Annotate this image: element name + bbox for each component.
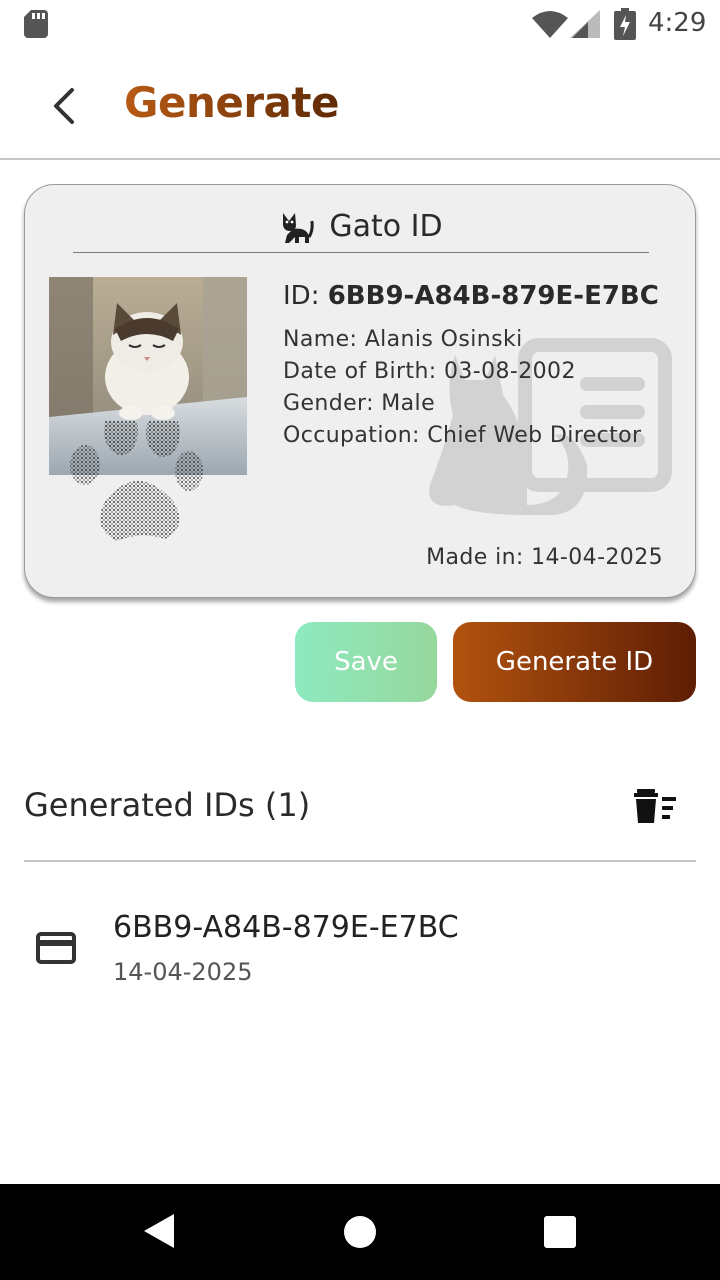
- signal-icon: [570, 10, 600, 38]
- card-id-label: ID:: [283, 281, 320, 311]
- generated-id-item[interactable]: 6BB9-A84B-879E-E7BC 14-04-2025: [0, 890, 720, 1000]
- card-name: Name: Alanis Osinski: [283, 327, 523, 352]
- card-made-in: Made in: 14-04-2025: [426, 545, 663, 570]
- card-dob: Date of Birth: 03-08-2002: [283, 359, 576, 384]
- system-nav-bar: [0, 1184, 720, 1280]
- nav-recents-icon[interactable]: [544, 1216, 576, 1248]
- generated-ids-title: Generated IDs (1): [24, 786, 311, 824]
- generated-id-value: 6BB9-A84B-879E-E7BC: [113, 910, 459, 945]
- page-title: Generate: [124, 78, 339, 127]
- delete-sweep-icon: [634, 789, 676, 823]
- save-button[interactable]: Save: [295, 622, 437, 702]
- card-occupation: Occupation: Chief Web Director: [283, 423, 642, 448]
- generated-id-date: 14-04-2025: [113, 958, 253, 986]
- nav-home-icon[interactable]: [344, 1216, 376, 1248]
- card-title: Gato ID: [329, 209, 443, 244]
- cat-icon: [283, 212, 315, 243]
- gato-id-card: Gato ID ID: 6BB9-A84B-879E-E7BC Name: Al…: [24, 184, 696, 598]
- nav-back-icon[interactable]: [142, 1212, 176, 1250]
- back-button[interactable]: [36, 78, 92, 134]
- paw-print-icon: [70, 421, 203, 541]
- sd-card-icon: [24, 10, 48, 38]
- delete-all-button[interactable]: [628, 782, 684, 830]
- card-header: Gato ID: [73, 201, 649, 253]
- status-time: 4:29: [648, 8, 707, 38]
- battery-charging-icon: [614, 8, 636, 40]
- section-divider: [24, 860, 696, 862]
- card-gender: Gender: Male: [283, 391, 436, 416]
- card-id-value: 6BB9-A84B-879E-E7BC: [327, 281, 659, 311]
- credit-card-icon: [36, 932, 76, 964]
- wifi-icon: [532, 11, 568, 38]
- status-bar: 4:29: [0, 0, 720, 48]
- back-arrow-icon: [54, 88, 74, 124]
- card-id-line: ID: 6BB9-A84B-879E-E7BC: [283, 281, 659, 311]
- app-bar: Generate: [0, 48, 720, 160]
- generate-id-button[interactable]: Generate ID: [453, 622, 696, 702]
